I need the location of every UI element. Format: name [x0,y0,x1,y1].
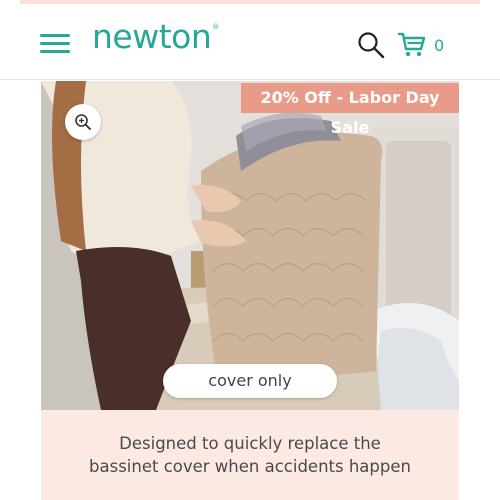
description-box: Designed to quickly replace the bassinet… [41,410,459,500]
description-text: Designed to quickly replace the bassinet… [41,432,459,478]
zoom-in-icon[interactable] [65,104,101,140]
cart-count-badge: 0 [434,36,445,55]
sale-banner[interactable]: 20% Off - Labor Day Sale [241,83,459,137]
cart-icon[interactable] [397,32,426,58]
product-photo [41,81,459,410]
image-caption: cover only [163,364,337,398]
description-line-2: bassinet cover when accidents happen [89,457,411,476]
search-icon[interactable] [357,31,385,59]
site-header: newton® 0 [0,4,500,80]
newton-logo[interactable]: newton® [92,20,219,53]
description-line-1: Designed to quickly replace the [119,434,381,453]
hamburger-menu-icon[interactable] [40,34,70,54]
product-hero-image[interactable]: 20% Off - Labor Day Sale cover only [41,81,459,410]
